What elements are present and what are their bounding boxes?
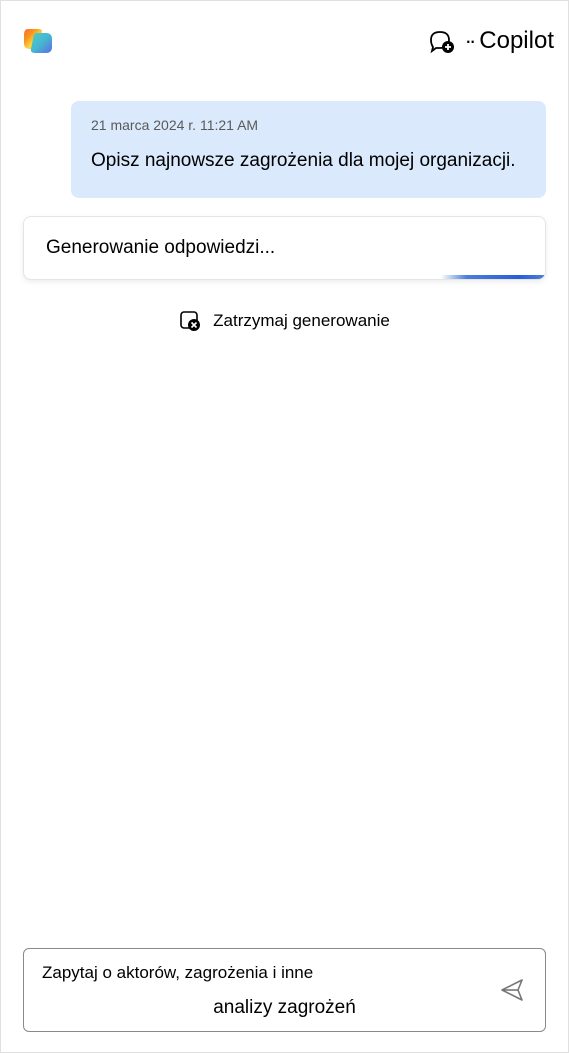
input-container: Zapytaj o aktorów, zagrożenia i inne ana… [1, 948, 568, 1052]
progress-bar [24, 275, 545, 279]
conversation-content: 21 marca 2024 r. 11:21 AM Opisz najnowsz… [1, 81, 568, 948]
stop-generating-button[interactable]: Zatrzymaj generowanie [23, 280, 546, 362]
stop-icon [179, 310, 201, 332]
chat-input[interactable]: Zapytaj o aktorów, zagrożenia i inne ana… [23, 948, 546, 1032]
message-text: Opisz najnowsze zagrożenia dla mojej org… [91, 147, 526, 176]
brand-label: Copilot [479, 27, 554, 55]
header-left [19, 22, 57, 60]
user-message-bubble: 21 marca 2024 r. 11:21 AM Opisz najnowsz… [71, 101, 546, 198]
new-chat-icon[interactable] [427, 27, 455, 55]
response-status-text: Generowanie odpowiedzi... [46, 237, 523, 259]
header: ·· Copilot [1, 1, 568, 81]
input-placeholder: Zapytaj o aktorów, zagrożenia i inne [42, 963, 527, 983]
stop-label: Zatrzymaj generowanie [213, 311, 390, 331]
response-card: Generowanie odpowiedzi... [23, 216, 546, 280]
copilot-logo-icon[interactable] [19, 22, 57, 60]
send-icon[interactable] [497, 975, 527, 1005]
header-right: ·· Copilot [427, 27, 554, 55]
more-icon[interactable]: ·· [465, 28, 474, 54]
message-timestamp: 21 marca 2024 r. 11:21 AM [91, 117, 526, 133]
input-subtitle: analizy zagrożeń [42, 997, 527, 1019]
